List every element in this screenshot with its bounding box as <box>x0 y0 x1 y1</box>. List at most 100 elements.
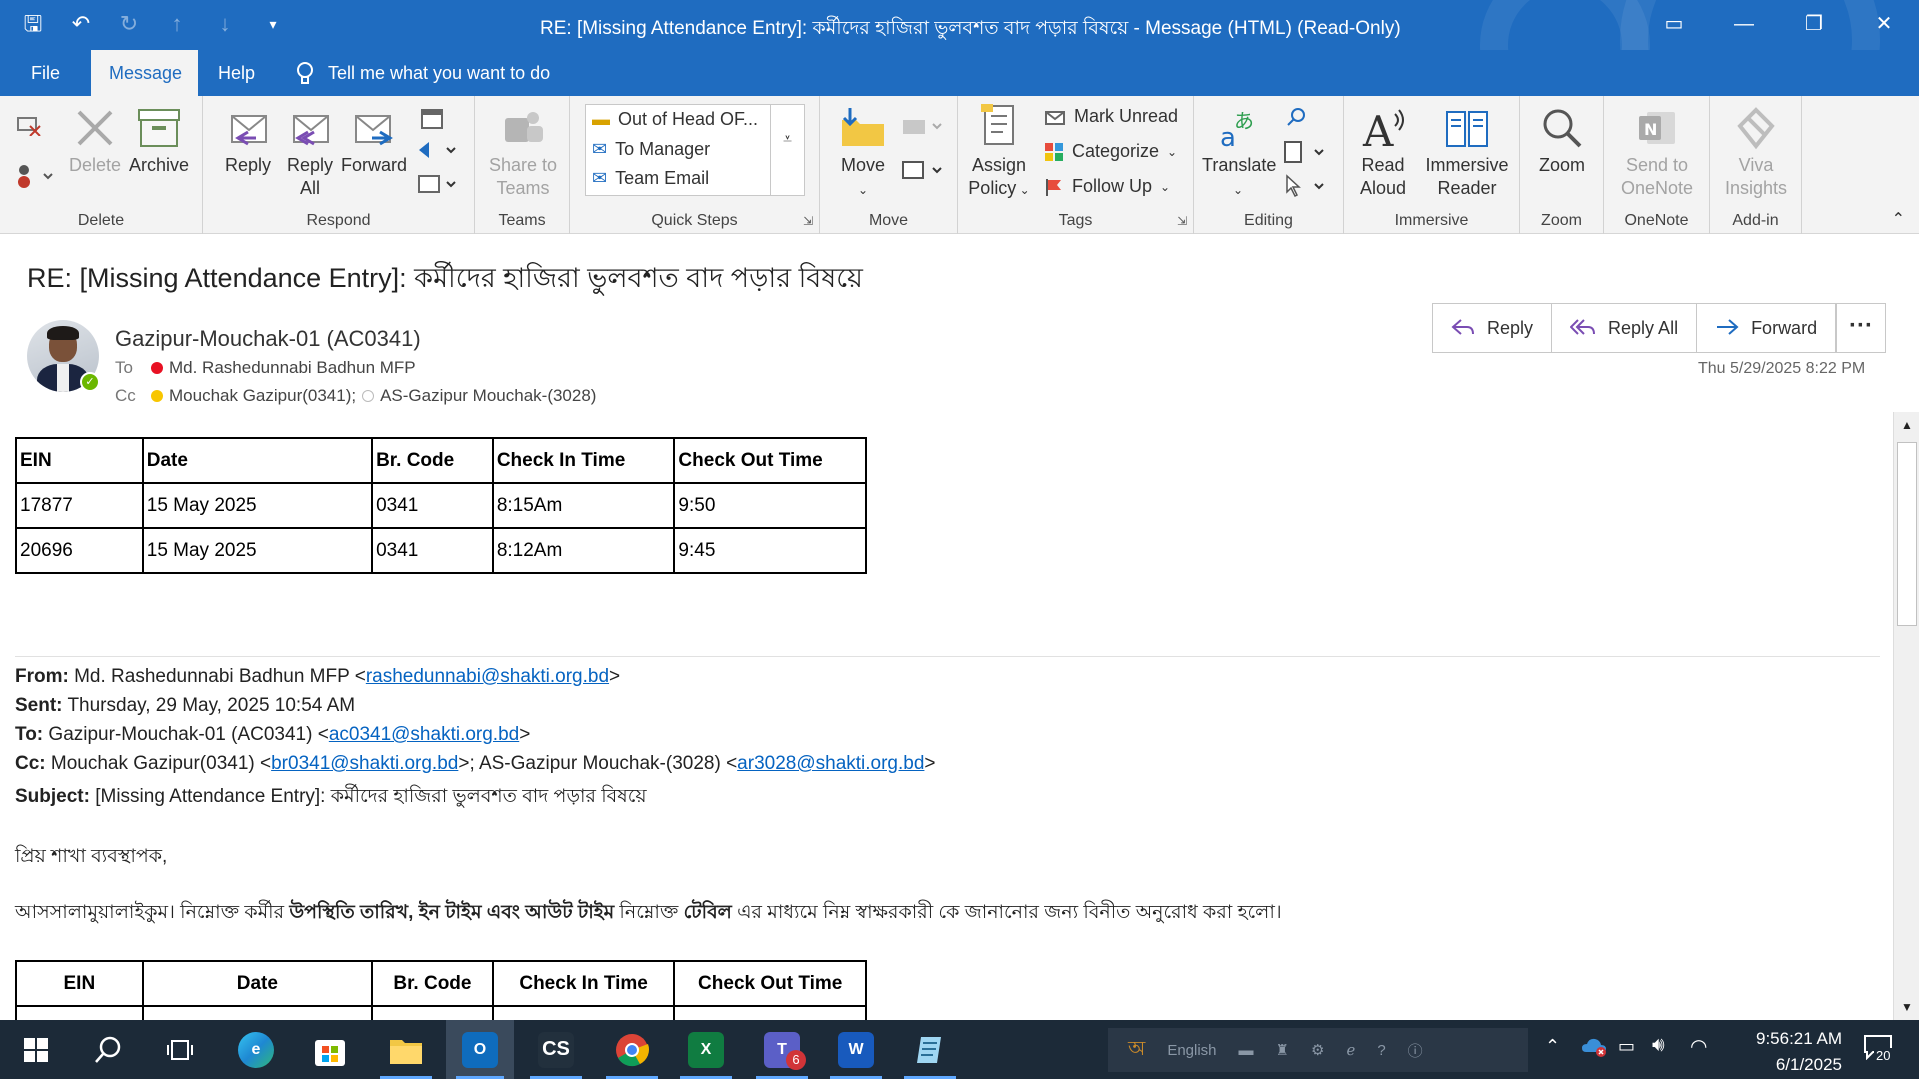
info-icon[interactable]: ⓘ <box>1408 1040 1423 1061</box>
battery-icon[interactable]: ▭ <box>1618 1036 1635 1057</box>
im-reply-button[interactable] <box>413 138 463 168</box>
quick-steps-more-button[interactable]: ⩡ <box>770 105 804 195</box>
tab-message[interactable]: Message <box>91 50 198 96</box>
cc-recipient[interactable]: Mouchak Gazipur(0341); <box>169 386 356 406</box>
to-email-link[interactable]: ac0341@shakti.org.bd <box>329 724 519 745</box>
help-icon[interactable]: ? <box>1377 1042 1385 1059</box>
ribbon-group-delete: Delete Archive Delete <box>0 96 203 234</box>
to-recipient[interactable]: Md. Rashedunnabi Badhun MFP <box>169 358 416 378</box>
move-button[interactable]: Move ⌄ <box>830 106 896 202</box>
reply-button[interactable]: Reply <box>217 106 279 177</box>
ribbon: Delete Archive Delete Reply Reply All Fo… <box>0 96 1919 234</box>
categorize-button[interactable]: Categorize ⌄ <box>1044 141 1177 162</box>
message-body: EIN Date Br. Code Check In Time Check Out Ti… <box>0 412 1892 1020</box>
chrome-taskbar-button[interactable] <box>596 1020 668 1079</box>
forward-action-button[interactable]: Forward <box>1697 304 1835 352</box>
notification-center-button[interactable]: 20 <box>1858 1034 1898 1066</box>
excel-taskbar-button[interactable]: X <box>670 1020 742 1079</box>
task-view-button[interactable] <box>144 1020 216 1079</box>
dialog-launcher-icon[interactable]: ⇲ <box>803 214 813 228</box>
more-actions-button[interactable]: ··· <box>1836 303 1886 353</box>
reply-all-action-button[interactable]: Reply All <box>1552 304 1698 352</box>
start-button[interactable] <box>0 1020 72 1079</box>
volume-icon[interactable]: 🔊︎ <box>1652 1034 1665 1057</box>
tab-file[interactable]: File <box>13 50 78 96</box>
junk-button[interactable] <box>12 162 56 192</box>
actions-button[interactable] <box>898 158 948 188</box>
reader-label-2: Reader <box>1437 178 1497 198</box>
from-email-link[interactable]: rashedunnabi@shakti.org.bd <box>366 666 609 687</box>
assign-policy-button[interactable]: Assign Policy ⌄ <box>968 102 1030 202</box>
translate-button[interactable]: aあ Translate ⌄ <box>1202 106 1276 202</box>
word-taskbar-button[interactable]: W <box>820 1020 892 1079</box>
web-icon[interactable]: ℯ <box>1346 1041 1355 1059</box>
message-timestamp: Thu 5/29/2025 8:22 PM <box>1698 360 1866 377</box>
avro-icon[interactable]: অ <box>1128 1034 1145 1067</box>
close-button[interactable]: ✕ <box>1849 0 1919 50</box>
cc-email-link[interactable]: br0341@shakti.org.bd <box>271 753 458 774</box>
related-icon <box>1284 141 1324 163</box>
tell-me-search[interactable]: Tell me what you want to do <box>296 50 550 96</box>
quick-step-item[interactable]: ▬ Out of Head OF... <box>592 109 758 130</box>
minimize-button[interactable]: — <box>1709 0 1779 50</box>
teams-taskbar-button[interactable]: T 6 <box>746 1020 818 1079</box>
zoom-button[interactable]: Zoom <box>1528 106 1596 177</box>
select-button[interactable] <box>1280 174 1330 204</box>
tool-icon[interactable]: ♜ <box>1276 1041 1289 1059</box>
restore-button[interactable]: ❐ <box>1779 0 1849 50</box>
table-header-row: EIN Date Br. Code Check In Time Check Out Ti… <box>15 960 867 1007</box>
quick-step-item[interactable]: ✉ Team Email <box>592 168 709 189</box>
cc-email-link[interactable]: ar3028@shakti.org.bd <box>737 753 924 774</box>
group-label-respond: Respond <box>306 212 371 229</box>
language-label[interactable]: English <box>1167 1042 1216 1059</box>
wifi-icon[interactable]: ◠ <box>1690 1034 1707 1059</box>
clock[interactable]: 9:56:21 AM 6/1/2025 <box>1722 1026 1842 1078</box>
archive-button[interactable]: Archive <box>126 106 192 177</box>
reply-action-button[interactable]: Reply <box>1433 304 1553 352</box>
keyboard-icon[interactable]: ▬ <box>1239 1042 1254 1059</box>
quick-step-item[interactable]: ✉ To Manager <box>592 139 710 160</box>
ribbon-display-options-icon[interactable]: ▭ <box>1639 0 1709 50</box>
cs-app-taskbar-button[interactable]: CS <box>520 1020 592 1079</box>
file-explorer-taskbar-button[interactable] <box>370 1020 442 1079</box>
mark-unread-button[interactable]: Mark Unread <box>1044 106 1178 127</box>
save-icon[interactable]: 🖫 <box>20 10 46 38</box>
group-label-tags: Tags <box>1058 212 1093 229</box>
collapse-ribbon-icon[interactable]: ⌃ <box>1892 209 1905 229</box>
onedrive-icon[interactable] <box>1580 1034 1608 1063</box>
cc-label: Cc: <box>15 753 46 774</box>
tab-help[interactable]: Help <box>200 50 273 96</box>
store-taskbar-button[interactable] <box>294 1020 366 1079</box>
mark-unread-label: Mark Unread <box>1074 106 1179 126</box>
search-button[interactable] <box>72 1020 144 1079</box>
read-aloud-button[interactable]: A Read Aloud <box>1352 106 1414 200</box>
group-label-quick-steps: Quick Steps <box>651 212 738 229</box>
vertical-scrollbar[interactable]: ▲ ▼ <box>1893 412 1919 1020</box>
show-hidden-icons-icon[interactable]: ⌃ <box>1545 1036 1560 1057</box>
immersive-reader-button[interactable]: Immersive Reader <box>1420 106 1514 200</box>
more-respond-button[interactable] <box>413 172 463 202</box>
send-label-1: Send to <box>1625 155 1689 175</box>
dialog-launcher-icon[interactable]: ⇲ <box>1177 214 1187 228</box>
customize-qat-icon[interactable]: ▾ <box>260 10 286 38</box>
title-bar: 🖫 ↶ ↻ ↑ ↓ ▾ RE: [Missing Attendance Entr… <box>0 0 1919 50</box>
related-button[interactable] <box>1280 140 1330 170</box>
forward-button[interactable]: Forward <box>339 106 409 177</box>
follow-up-button[interactable]: Follow Up ⌄ <box>1044 176 1170 197</box>
notepad-taskbar-button[interactable] <box>894 1020 966 1079</box>
ignore-button[interactable] <box>14 114 44 140</box>
clock-time: 9:56:21 AM <box>1755 1029 1842 1048</box>
cc-recipient[interactable]: AS-Gazipur Mouchak-(3028) <box>380 386 596 406</box>
outlook-taskbar-button[interactable]: O <box>446 1020 514 1079</box>
scroll-down-icon[interactable]: ▼ <box>1894 994 1919 1020</box>
forward-label: Forward <box>340 155 407 175</box>
reply-all-button[interactable]: Reply All <box>279 106 341 200</box>
edge-taskbar-button[interactable]: e <box>220 1020 292 1079</box>
settings-icon[interactable]: ⚙ <box>1311 1041 1324 1059</box>
scroll-thumb[interactable] <box>1897 442 1917 626</box>
meeting-reply-button[interactable] <box>413 106 453 136</box>
sender-name[interactable]: Gazipur-Mouchak-01 (AC0341) <box>115 326 421 352</box>
scroll-up-icon[interactable]: ▲ <box>1894 412 1919 438</box>
undo-icon[interactable]: ↶ <box>68 10 94 38</box>
find-button[interactable] <box>1282 106 1312 134</box>
